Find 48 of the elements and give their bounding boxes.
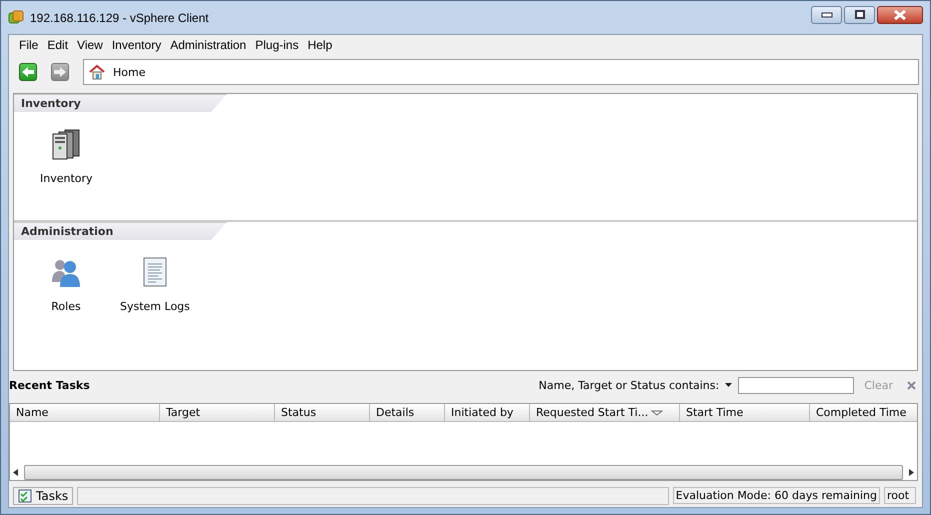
column-header[interactable]: Requested Start Ti... <box>530 404 680 421</box>
document-icon[interactable] <box>142 256 168 288</box>
address-bar[interactable]: Home <box>83 59 919 85</box>
caret-icon[interactable] <box>725 383 732 387</box>
column-header[interactable]: Completed Time <box>810 404 917 421</box>
filter-field[interactable] <box>738 376 854 394</box>
column-header[interactable]: Start Time <box>680 404 810 421</box>
item-label[interactable]: Roles <box>51 300 81 313</box>
filter-dropdown[interactable]: Name, Target or Status contains: <box>538 378 720 392</box>
menu-item[interactable]: Edit <box>47 38 68 52</box>
item-label[interactable]: Inventory <box>40 172 93 185</box>
servers-icon[interactable] <box>50 128 82 160</box>
minimize-button[interactable] <box>811 6 842 24</box>
maximize-button[interactable] <box>844 6 875 24</box>
sort-icon <box>651 410 664 416</box>
menu-item[interactable]: View <box>77 38 103 52</box>
panel-title: Recent Tasks <box>9 378 90 392</box>
close-button[interactable] <box>877 6 923 24</box>
section-header: Administration <box>14 222 227 240</box>
tasks-icon <box>18 488 32 502</box>
scroll-left-icon[interactable] <box>13 468 18 476</box>
app-logo-icon <box>8 10 24 26</box>
column-header[interactable]: Details <box>370 404 445 421</box>
menu-item[interactable]: Inventory <box>112 38 162 52</box>
column-header[interactable]: Status <box>275 404 370 421</box>
home-icon <box>89 64 105 80</box>
back-button[interactable] <box>19 63 37 81</box>
item-label[interactable]: System Logs <box>120 300 190 313</box>
column-header[interactable]: Target <box>160 404 275 421</box>
window-title: 192.168.116.129 - vSphere Client <box>30 10 209 24</box>
menu-item[interactable]: Plug-ins <box>255 38 299 52</box>
tasks-button[interactable]: Tasks <box>13 486 74 504</box>
menu-item[interactable]: Help <box>308 38 332 52</box>
section-header: Inventory <box>14 94 227 112</box>
forward-button[interactable] <box>51 63 69 81</box>
right-arrow-icon <box>53 66 67 78</box>
close-icon[interactable] <box>907 380 916 390</box>
menu-item[interactable]: Administration <box>170 38 246 52</box>
status-text: Evaluation Mode: 60 days remaining <box>672 487 880 504</box>
menu-item[interactable]: File <box>19 38 38 52</box>
left-arrow-icon <box>21 66 35 78</box>
maximize-icon <box>854 10 866 20</box>
user-label: root <box>884 487 916 504</box>
minimize-icon <box>820 12 832 18</box>
scroll-right-icon[interactable] <box>909 468 914 476</box>
close-icon <box>893 10 907 20</box>
column-header[interactable]: Name <box>10 404 160 421</box>
column-header[interactable]: Initiated by <box>445 404 530 421</box>
